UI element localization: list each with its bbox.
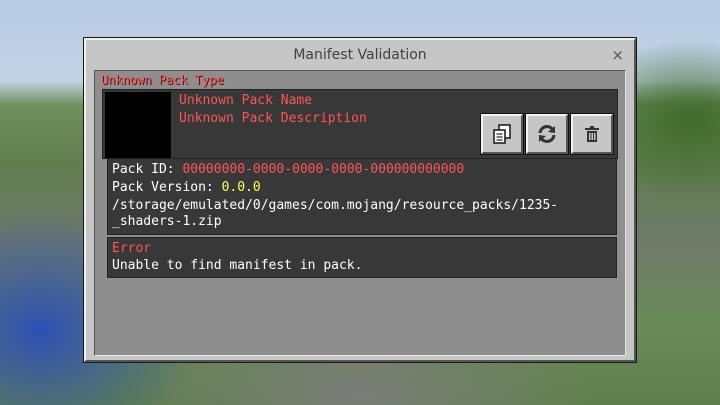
refresh-button[interactable]: [526, 114, 568, 154]
manifest-validation-dialog: Manifest Validation × Unknown Pack Type …: [84, 38, 636, 362]
dialog-titlebar: Manifest Validation ×: [86, 40, 634, 70]
pack-path-line-1: /storage/emulated/0/games/com.mojang/res…: [112, 198, 559, 213]
pack-type-label: Unknown Pack Type: [101, 73, 224, 87]
error-panel: Error Unable to find manifest in pack.: [107, 237, 617, 278]
pack-id-value: 00000000-0000-0000-0000-000000000000: [182, 162, 465, 177]
pack-path-line-2: _shaders-1.zip: [112, 214, 222, 229]
close-icon[interactable]: ×: [611, 46, 624, 64]
pack-version-value: 0.0.0: [221, 180, 261, 195]
copy-button[interactable]: [481, 114, 523, 154]
pack-id-row: Pack ID: 00000000-0000-0000-0000-0000000…: [112, 162, 464, 177]
dialog-title: Manifest Validation: [293, 47, 427, 63]
pack-id-label: Pack ID:: [112, 162, 175, 177]
pack-version-row: Pack Version: 0.0.0: [112, 180, 261, 195]
error-label: Error: [112, 241, 152, 256]
pack-header: Unknown Pack Name Unknown Pack Descripti…: [102, 89, 618, 159]
refresh-icon: [538, 125, 556, 143]
pack-version-label: Pack Version:: [112, 180, 214, 195]
error-message: Unable to find manifest in pack.: [112, 258, 363, 273]
copy-icon: [493, 124, 511, 144]
pack-description: Unknown Pack Description: [179, 111, 367, 126]
trash-icon: [585, 126, 599, 142]
pack-details: Pack ID: 00000000-0000-0000-0000-0000000…: [107, 159, 617, 235]
delete-button[interactable]: [571, 114, 613, 154]
dialog-content: Unknown Pack Type Unknown Pack Name Unkn…: [94, 70, 626, 356]
pack-name: Unknown Pack Name: [179, 93, 313, 108]
pack-icon: [105, 92, 171, 158]
